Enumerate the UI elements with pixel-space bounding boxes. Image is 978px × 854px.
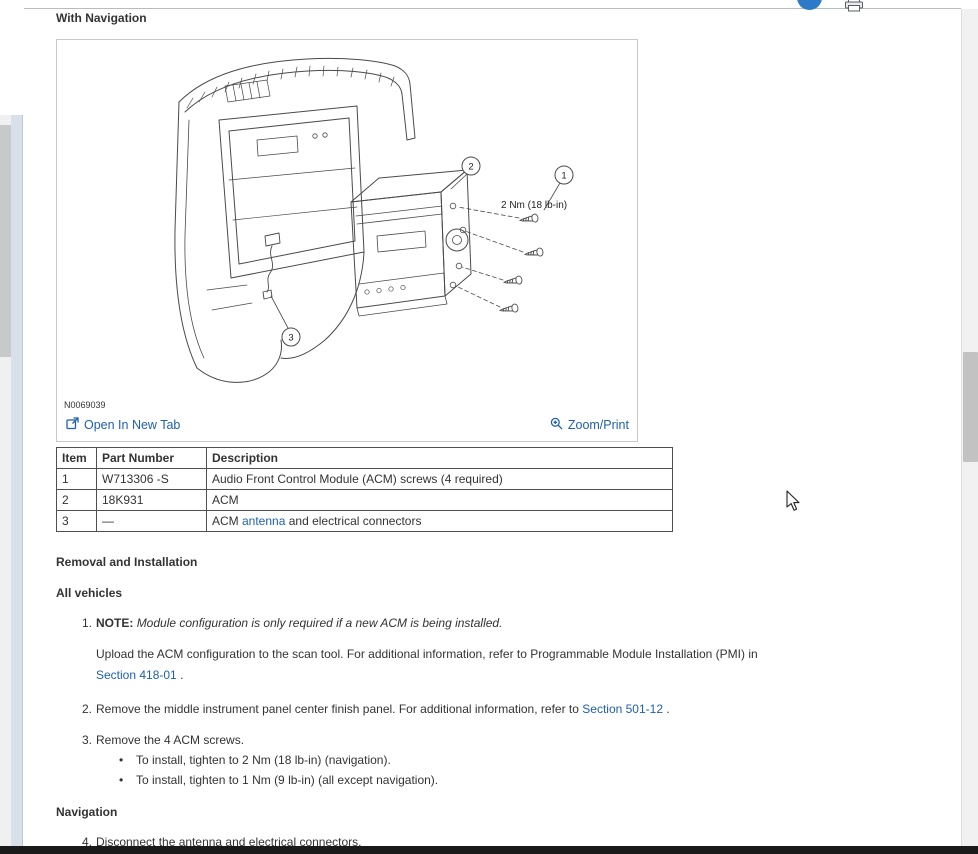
open-in-new-tab-label: Open In New Tab <box>84 418 180 432</box>
callout-1: 1 <box>561 171 566 182</box>
section-501-12-link[interactable]: Section 501-12 <box>582 702 663 716</box>
note-text: Module configuration is only required if… <box>137 616 503 630</box>
procedure-steps: 1. NOTE: Module configuration is only re… <box>82 616 961 850</box>
cell-description: ACM antenna and electrical connectors <box>207 511 673 532</box>
taskbar-edge <box>0 846 978 854</box>
left-scrollbar-thumb[interactable] <box>0 125 11 357</box>
mouse-cursor <box>786 490 802 515</box>
section-navigation: Navigation <box>56 805 961 819</box>
cell-part-number: 18K931 <box>97 490 207 511</box>
figure-container: 1 2 3 2 Nm (18 lb-in) N0069039 <box>56 39 638 442</box>
cell-part-number: — <box>97 511 207 532</box>
header-item: Item <box>57 448 97 469</box>
callout-3: 3 <box>288 333 293 344</box>
step-3: 3. Remove the 4 ACM screws. • To install… <box>82 733 961 788</box>
note-label: NOTE: <box>96 616 133 630</box>
section-all-vehicles: All vehicles <box>56 586 961 600</box>
table-header-row: Item Part Number Description <box>57 448 673 469</box>
help-icon[interactable] <box>797 0 822 10</box>
step-1: 1. NOTE: Module configuration is only re… <box>82 616 961 631</box>
page-title: With Navigation <box>56 11 961 25</box>
magnifier-plus-icon <box>550 417 563 433</box>
zoom-print-link[interactable]: Zoom/Print <box>550 417 629 433</box>
open-in-new-tab-icon <box>66 417 79 433</box>
cell-item: 1 <box>57 469 97 490</box>
step-number: 1. <box>82 616 96 631</box>
figure-actions: Open In New Tab Zoom/Print <box>57 413 637 441</box>
step-number: 3. <box>82 733 96 788</box>
vertical-scrollbar-track[interactable] <box>961 9 978 846</box>
step-1-paragraph: Upload the ACM configuration to the scan… <box>96 644 941 686</box>
top-toolbar <box>24 0 961 9</box>
step-2: 2. Remove the middle instrument panel ce… <box>82 702 961 717</box>
torque-label: 2 Nm (18 lb-in) <box>501 200 567 211</box>
cell-description: ACM <box>207 490 673 511</box>
printer-icon[interactable] <box>844 0 864 15</box>
app-window: With Navigation <box>0 0 978 854</box>
step-3-bullets: • To install, tighten to 2 Nm (18 lb-in)… <box>119 753 941 788</box>
figure-id: N0069039 <box>57 398 637 413</box>
left-scrollbar-track[interactable] <box>0 115 11 846</box>
callout-2: 2 <box>468 162 473 173</box>
cell-item: 3 <box>57 511 97 532</box>
parts-table: Item Part Number Description 1 W713306 -… <box>56 447 673 532</box>
header-description: Description <box>207 448 673 469</box>
table-row: 2 18K931 ACM <box>57 490 673 511</box>
antenna-link[interactable]: antenna <box>242 514 285 528</box>
table-row: 1 W713306 -S Audio Front Control Module … <box>57 469 673 490</box>
zoom-print-label: Zoom/Print <box>568 418 629 432</box>
cell-description: Audio Front Control Module (ACM) screws … <box>207 469 673 490</box>
vertical-scrollbar-thumb[interactable] <box>963 352 978 462</box>
open-in-new-tab-link[interactable]: Open In New Tab <box>66 417 180 433</box>
list-item: • To install, tighten to 2 Nm (18 lb-in)… <box>119 753 941 768</box>
cell-part-number: W713306 -S <box>97 469 207 490</box>
bullet-marker: • <box>119 753 136 768</box>
left-panel-splitter[interactable] <box>11 115 23 846</box>
bullet-marker: • <box>119 773 136 788</box>
cell-item: 2 <box>57 490 97 511</box>
section-418-01-link[interactable]: Section 418-01 <box>96 668 177 682</box>
document-area: With Navigation <box>24 9 961 850</box>
header-part-number: Part Number <box>97 448 207 469</box>
section-removal-and-installation: Removal and Installation <box>56 555 961 569</box>
step-number: 2. <box>82 702 96 717</box>
list-item: • To install, tighten to 1 Nm (9 lb-in) … <box>119 773 941 788</box>
table-row: 3 — ACM antenna and electrical connector… <box>57 511 673 532</box>
figure-illustration: 1 2 3 2 Nm (18 lb-in) <box>57 40 635 398</box>
